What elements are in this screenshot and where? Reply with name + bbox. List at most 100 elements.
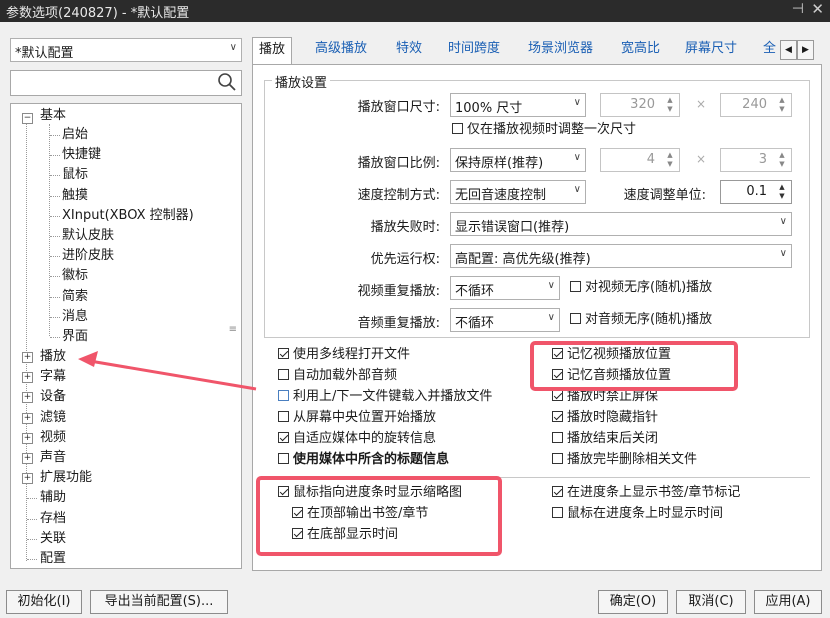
chevron-down-icon: ∨ — [779, 216, 787, 227]
checkbox-icon — [552, 507, 563, 518]
tree-item-basic-child[interactable]: 徽标 — [62, 266, 88, 286]
export-button[interactable]: 导出当前配置(S)... — [90, 590, 228, 614]
option-label: 从屏幕中央位置开始播放 — [293, 410, 437, 425]
option-checkbox[interactable]: 使用多线程打开文件 — [278, 346, 410, 364]
tab-time-span[interactable]: 时间跨度 — [442, 37, 506, 63]
window-size-select[interactable]: 100% 尺寸 ∨ — [450, 93, 586, 117]
video-random-label: 对视频无序(随机)播放 — [585, 280, 713, 295]
chevron-down-icon: ∨ — [573, 97, 581, 108]
option-checkbox[interactable]: 播放结束后关闭 — [552, 430, 658, 448]
tab-scroll-left-icon[interactable]: ◀ — [780, 40, 797, 60]
checkbox-icon — [278, 432, 289, 443]
tree-item-top[interactable]: 关联 — [40, 529, 66, 549]
expand-icon[interactable]: + — [22, 392, 33, 404]
tree-item-top[interactable]: 滤镜 — [40, 408, 66, 428]
config-select-value: *默认配置 — [15, 46, 74, 61]
option-label: 利用上/下一文件键载入并播放文件 — [293, 389, 493, 404]
tree-item-top[interactable]: 存档 — [40, 509, 66, 529]
window-title: 参数选项(240827) - *默认配置 — [6, 6, 190, 21]
expand-icon[interactable]: + — [22, 352, 33, 363]
tree-item-basic-child[interactable]: XInput(XBOX 控制器) — [62, 206, 194, 226]
expand-icon[interactable]: + — [22, 432, 33, 444]
ratio-width-spinner[interactable]: 4 ▲ ▼ — [600, 148, 680, 172]
tab-more[interactable]: 全 — [757, 37, 782, 63]
ratio-select[interactable]: 保持原样(推荐) ∨ — [450, 148, 586, 172]
tree-item-top[interactable]: 配置 — [40, 549, 66, 568]
tree-item-basic-child[interactable]: 简索 — [62, 287, 88, 307]
tab-aspect-ratio[interactable]: 宽高比 — [615, 37, 666, 63]
checkbox-icon — [570, 313, 581, 324]
priority-label: 优先运行权: — [370, 252, 440, 267]
times-icon: × — [696, 97, 707, 111]
tab-scene-browser[interactable]: 场景浏览器 — [522, 37, 599, 63]
checkbox-icon — [570, 281, 581, 292]
close-icon[interactable]: ✕ — [811, 0, 824, 18]
tree-item-top[interactable]: 字幕 — [40, 367, 66, 387]
tree-item-basic-child[interactable]: 界面 — [62, 327, 88, 347]
tree-item-top[interactable]: 视频 — [40, 428, 66, 448]
hover-time-label: 鼠标在进度条上时显示时间 — [567, 506, 724, 521]
spin-arrows-icon[interactable]: ▲ ▼ — [663, 96, 677, 114]
spin-arrows-icon[interactable]: ▲ ▼ — [775, 183, 789, 201]
tree-item-top[interactable]: 扩展功能 — [40, 468, 92, 488]
scroll-grip-icon[interactable]: ≡ — [229, 324, 237, 335]
tab-scroll-right-icon[interactable]: ▶ — [797, 40, 814, 60]
height-spinner[interactable]: 240 ▲ ▼ — [720, 93, 792, 117]
option-checkbox[interactable]: 自动加载外部音频 — [278, 367, 397, 385]
apply-button[interactable]: 应用(A) — [754, 590, 822, 614]
expand-icon[interactable]: + — [22, 372, 33, 384]
tree-item-top[interactable]: 播放 — [40, 347, 66, 367]
option-label: 播放完毕删除相关文件 — [567, 452, 698, 467]
tree-item-basic[interactable]: 基本 — [40, 106, 66, 126]
width-spinner[interactable]: 320 ▲ ▼ — [600, 93, 680, 117]
tree-item-basic-child[interactable]: 触摸 — [62, 186, 88, 206]
cancel-button[interactable]: 取消(C) — [676, 590, 746, 614]
priority-select[interactable]: 高配置: 高优先级(推荐) ∨ — [450, 244, 792, 268]
search-icon[interactable] — [217, 72, 237, 92]
tab-playback[interactable]: 播放 — [252, 37, 293, 66]
speed-mode-select[interactable]: 无回音速度控制 ∨ — [450, 180, 586, 204]
speed-unit-spinner[interactable]: 0.1 ▲ ▼ — [720, 180, 792, 204]
expand-icon[interactable]: + — [22, 473, 33, 485]
spin-arrows-icon[interactable]: ▲ ▼ — [775, 151, 789, 169]
config-select[interactable]: *默认配置 ∨ — [10, 38, 242, 62]
video-repeat-select[interactable]: 不循环 ∨ — [450, 276, 560, 300]
option-checkbox[interactable]: 利用上/下一文件键载入并播放文件 — [278, 388, 492, 406]
option-checkbox[interactable]: 播放完毕删除相关文件 — [552, 451, 697, 469]
option-checkbox[interactable]: 自适应媒体中的旋转信息 — [278, 430, 436, 448]
option-checkbox[interactable]: 从屏幕中央位置开始播放 — [278, 409, 436, 427]
fail-select[interactable]: 显示错误窗口(推荐) ∨ — [450, 212, 792, 236]
spin-arrows-icon[interactable]: ▲ ▼ — [775, 96, 789, 114]
adjust-once-checkbox[interactable]: 仅在播放视频时调整一次尺寸 — [452, 121, 636, 139]
search-input[interactable] — [10, 70, 242, 96]
ratio-height-spinner[interactable]: 3 ▲ ▼ — [720, 148, 792, 172]
tree-item-top[interactable]: 设备 — [40, 387, 66, 407]
tree-item-basic-child[interactable]: 启始 — [62, 125, 88, 145]
settings-tree[interactable]: − 基本 启始 快捷键 鼠标 触摸 XInput(XBOX 控制器) 默认皮肤 进阶皮肤 徽标… — [10, 103, 242, 569]
collapse-icon[interactable]: − — [22, 113, 33, 124]
tree-item-basic-child[interactable]: 消息 — [62, 307, 88, 327]
expand-icon[interactable]: + — [22, 412, 33, 424]
tree-item-basic-child[interactable]: 进阶皮肤 — [62, 246, 114, 266]
tab-effects[interactable]: 特效 — [390, 37, 428, 63]
tree-item-top[interactable]: 声音 — [40, 448, 66, 468]
audio-repeat-select[interactable]: 不循环 ∨ — [450, 308, 560, 332]
bookmark-marks-checkbox[interactable]: 在进度条上显示书签/章节标记 — [552, 484, 740, 502]
pin-icon[interactable]: ⊣ — [792, 1, 804, 17]
audio-random-checkbox[interactable]: 对音频无序(随机)播放 — [570, 311, 712, 329]
video-random-checkbox[interactable]: 对视频无序(随机)播放 — [570, 279, 712, 297]
tree-item-basic-child[interactable]: 鼠标 — [62, 165, 88, 185]
tab-advanced-playback[interactable]: 高级播放 — [309, 37, 373, 63]
option-checkbox[interactable]: 播放时隐藏指针 — [552, 409, 658, 427]
hover-time-checkbox[interactable]: 鼠标在进度条上时显示时间 — [552, 505, 723, 523]
option-checkbox[interactable]: 使用媒体中所含的标题信息 — [278, 451, 449, 469]
tree-item-basic-child[interactable]: 快捷键 — [62, 145, 101, 165]
ok-button[interactable]: 确定(O) — [598, 590, 668, 614]
tree-item-basic-child[interactable]: 默认皮肤 — [62, 226, 114, 246]
chevron-down-icon: ∨ — [573, 152, 581, 163]
tree-item-top[interactable]: 辅助 — [40, 488, 66, 508]
init-button[interactable]: 初始化(I) — [6, 590, 82, 614]
spin-arrows-icon[interactable]: ▲ ▼ — [663, 151, 677, 169]
tab-screen-size[interactable]: 屏幕尺寸 — [679, 37, 743, 63]
expand-icon[interactable]: + — [22, 453, 33, 464]
